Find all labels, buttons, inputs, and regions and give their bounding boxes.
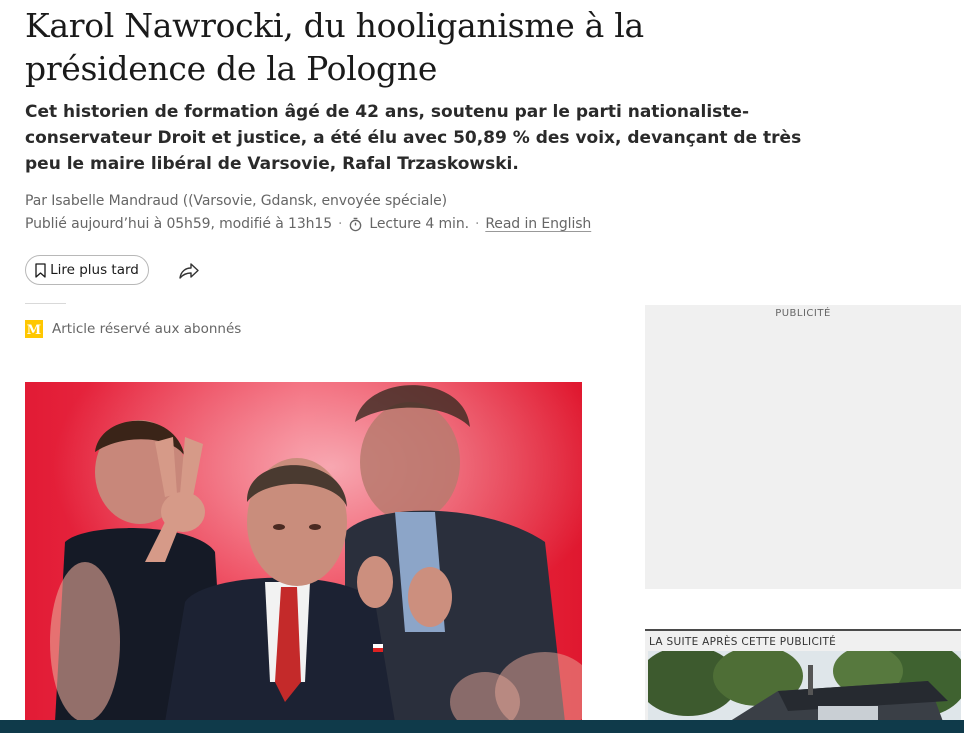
meta-separator: · xyxy=(474,216,480,232)
svg-text:M: M xyxy=(27,323,41,338)
article-meta: Publié aujourd’hui à 05h59, modifié à 13… xyxy=(25,216,591,232)
read-later-button[interactable]: Lire plus tard xyxy=(25,255,149,285)
subscriber-label: Article réservé aux abonnés xyxy=(52,321,242,337)
subscriber-badge-icon: M xyxy=(25,320,43,338)
ad-slot-top[interactable]: PUBLICITÉ xyxy=(645,305,961,589)
article-standfirst: Cet historien de formation âgé de 42 ans… xyxy=(25,102,802,174)
share-icon[interactable] xyxy=(176,260,202,282)
bookmark-icon xyxy=(35,262,46,278)
meta-separator: · xyxy=(338,216,343,232)
article-byline: Par Isabelle Mandraud ((Varsovie, Gdansk… xyxy=(25,193,448,209)
reading-time: Lecture 4 min. xyxy=(369,216,469,232)
divider xyxy=(25,303,66,304)
read-later-label: Lire plus tard xyxy=(50,262,139,278)
hero-image xyxy=(25,382,582,722)
footer-bar xyxy=(0,720,964,733)
timer-icon xyxy=(350,217,362,231)
read-in-english-link[interactable]: Read in English xyxy=(485,216,591,232)
ad-slot-bottom[interactable]: LA SUITE APRÈS CETTE PUBLICITÉ xyxy=(645,629,961,733)
subscriber-notice: M Article réservé aux abonnés xyxy=(25,320,241,338)
article-headline: Karol Nawrocki, du hooliganisme à la pré… xyxy=(25,6,644,88)
ad-continue-label: LA SUITE APRÈS CETTE PUBLICITÉ xyxy=(649,636,837,648)
publish-date: Publié aujourd’hui à 05h59, modifié à 13… xyxy=(25,216,333,232)
ad-label: PUBLICITÉ xyxy=(775,308,831,319)
